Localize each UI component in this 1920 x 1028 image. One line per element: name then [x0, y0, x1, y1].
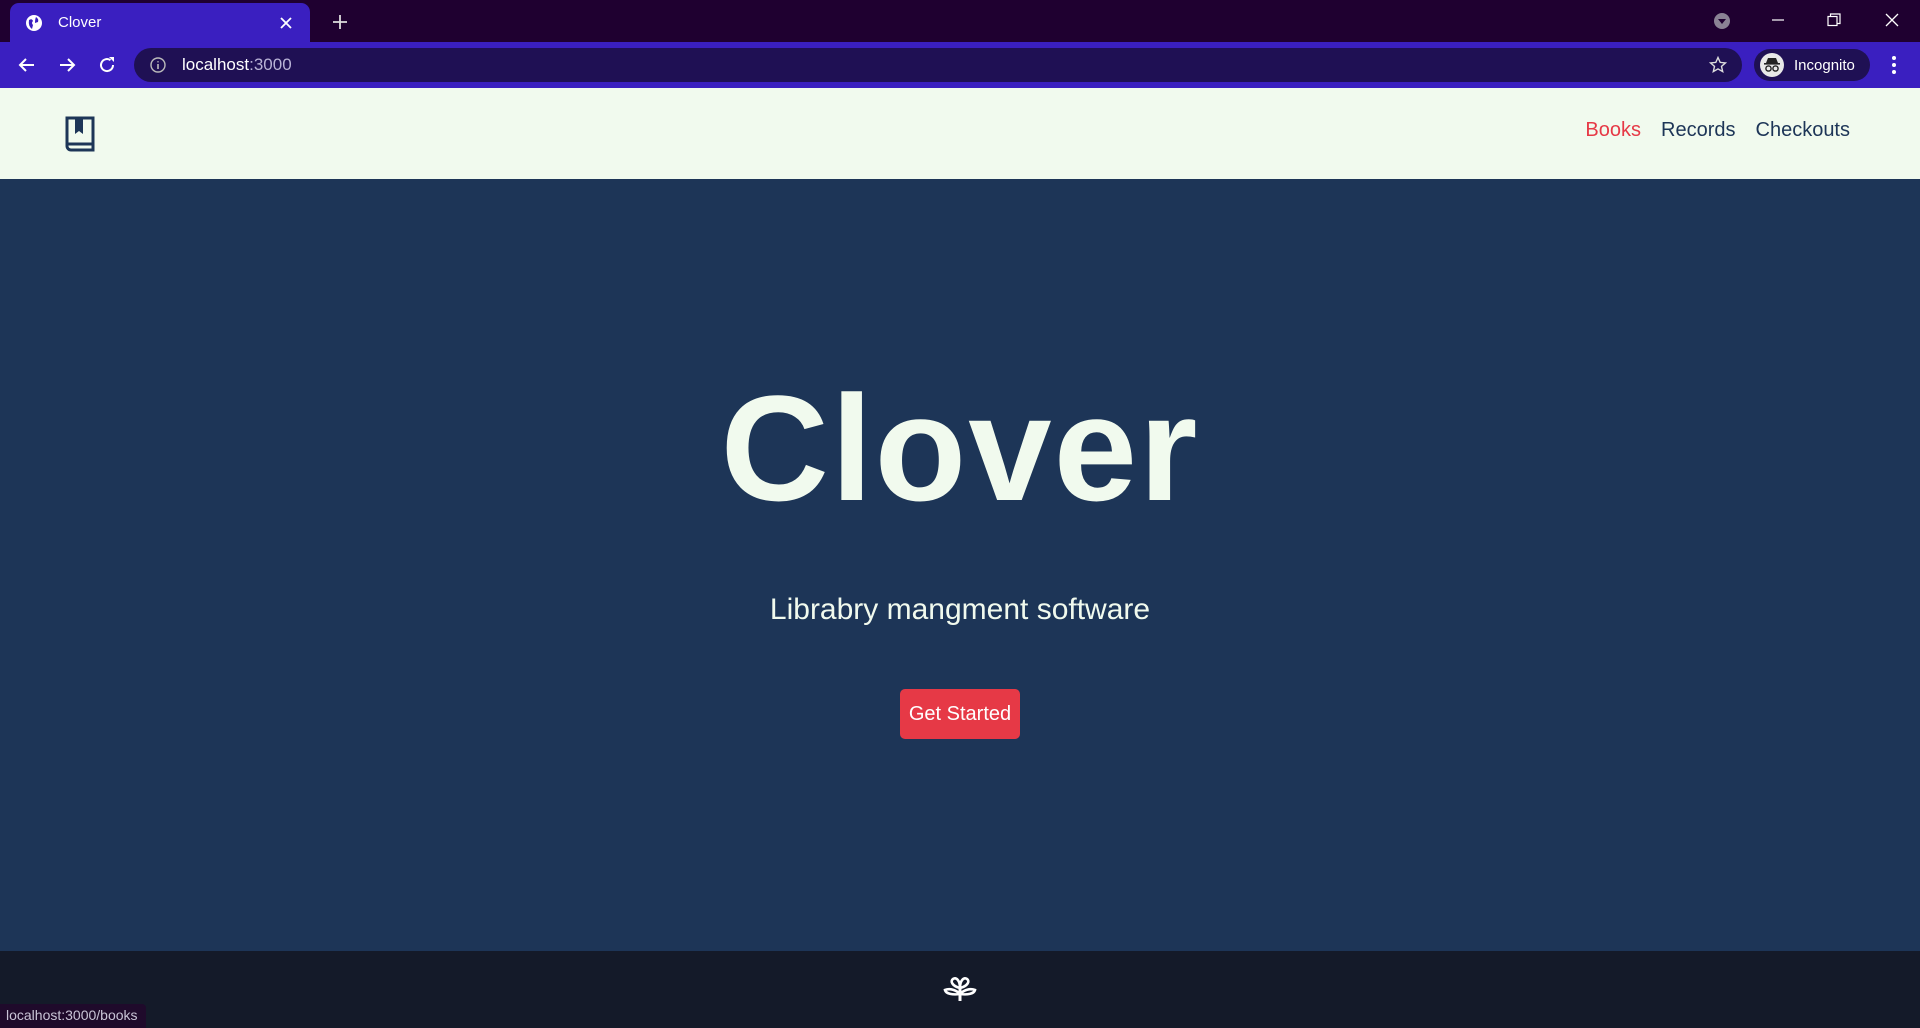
new-tab-plus-icon[interactable]: [326, 8, 354, 36]
browser-tab[interactable]: Clover: [10, 3, 310, 42]
restore-icon[interactable]: [1814, 4, 1854, 36]
sprout-icon: [942, 974, 978, 1004]
bookmark-star-icon[interactable]: [1708, 55, 1728, 75]
url-port: :3000: [249, 55, 292, 74]
main-nav: Books Records Checkouts: [1585, 119, 1850, 142]
close-window-icon[interactable]: [1872, 4, 1912, 36]
nav-link-records[interactable]: Records: [1661, 119, 1735, 142]
nav-link-checkouts[interactable]: Checkouts: [1756, 119, 1851, 142]
tab-title: Clover: [58, 14, 102, 31]
hero-section: Clover Librabry mangment software Get St…: [0, 179, 1920, 951]
link-status-bar: localhost:3000/books: [0, 1004, 146, 1028]
tab-search-icon[interactable]: [1710, 9, 1734, 33]
address-bar[interactable]: localhost:3000: [134, 48, 1742, 82]
more-menu-icon[interactable]: [1884, 50, 1904, 80]
reload-icon[interactable]: [92, 50, 122, 80]
site-footer: [0, 951, 1920, 1028]
site-header: Books Records Checkouts: [0, 88, 1920, 179]
globe-icon: [24, 13, 44, 33]
hero-title: Clover: [720, 364, 1200, 532]
url-host: localhost: [182, 55, 250, 74]
nav-link-books[interactable]: Books: [1585, 119, 1641, 142]
forward-arrow-icon[interactable]: [52, 50, 82, 80]
hero-subtitle: Librabry mangment software: [769, 593, 1151, 626]
get-started-button[interactable]: Get Started: [900, 689, 1020, 739]
close-tab-icon[interactable]: [276, 13, 296, 33]
profile-label: Incognito: [1794, 56, 1855, 74]
site-info-icon[interactable]: [148, 55, 168, 75]
book-icon[interactable]: [64, 116, 96, 152]
incognito-icon: [1760, 53, 1784, 77]
back-arrow-icon[interactable]: [12, 50, 42, 80]
browser-toolbar: localhost:3000 Incognito: [0, 42, 1920, 88]
browser-tabstrip: Clover: [0, 0, 1920, 42]
minimize-icon[interactable]: [1758, 4, 1798, 36]
incognito-profile-button[interactable]: Incognito: [1754, 49, 1870, 81]
